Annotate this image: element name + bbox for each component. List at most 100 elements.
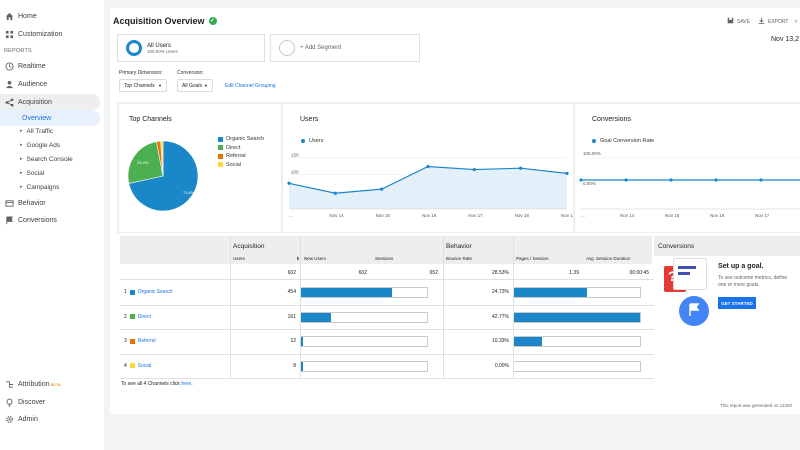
users-data-point[interactable]: [519, 166, 523, 170]
add-segment-button[interactable]: + Add Segment: [270, 34, 420, 62]
channel-link[interactable]: Referral: [138, 338, 156, 344]
pie-legend-item: Social: [218, 162, 241, 168]
sidebar-item-label: Discover: [18, 398, 46, 406]
conversion-label: Conversion:: [177, 70, 204, 76]
row-number: 2: [124, 313, 127, 320]
conversion-data-point[interactable]: [624, 178, 628, 182]
top-channels-pie: 71.6% 25.4%: [127, 140, 199, 212]
sidebar-item-admin[interactable]: Admin: [0, 411, 100, 427]
conversions-group-header: Conversions: [658, 243, 695, 250]
total-sessions: 652: [429, 270, 438, 276]
col-header-users[interactable]: Users: [233, 256, 245, 261]
conversion-data-point[interactable]: [669, 178, 673, 182]
legend-swatch: [218, 145, 223, 150]
col-header-avg-duration[interactable]: Avg. Session Duration: [586, 256, 630, 261]
users-chart-title: Users: [300, 116, 319, 123]
channel-link[interactable]: Direct: [138, 314, 151, 320]
sidebar-item-label: Campaigns: [26, 183, 60, 191]
sidebar-item-label: Conversions: [18, 216, 57, 224]
sidebar-item-realtime[interactable]: Realtime: [0, 58, 100, 74]
column-divider: [513, 236, 514, 378]
save-label: SAVE: [737, 18, 750, 25]
triangle-right-icon: ▸: [20, 142, 23, 148]
share-icon[interactable]: <: [794, 19, 797, 25]
save-icon: [727, 17, 734, 26]
conversion-data-point[interactable]: [714, 178, 718, 182]
pages-session-bar: [513, 336, 641, 347]
col-header-new-users[interactable]: New Users: [304, 256, 326, 261]
export-icon: [758, 17, 765, 26]
sidebar-item-social[interactable]: ▸ Social: [0, 166, 100, 180]
flag-icon: [689, 303, 700, 316]
sidebar-item-home[interactable]: Home: [0, 8, 100, 24]
users-data-point[interactable]: [565, 171, 569, 175]
conversion-select[interactable]: All Goals ▼: [177, 79, 213, 92]
new-users-bar-fill: [301, 337, 303, 346]
home-icon: [4, 11, 14, 21]
sidebar-item-behavior[interactable]: Behavior: [0, 195, 100, 211]
verified-check-icon: ✓: [208, 17, 217, 25]
sidebar-item-conversions[interactable]: Conversions: [0, 212, 100, 228]
sidebar-item-attribution[interactable]: Attribution BETA: [0, 376, 100, 392]
sidebar-item-all-traffic[interactable]: ▸ All Traffic: [0, 124, 100, 138]
conversion-data-point[interactable]: [759, 178, 763, 182]
users-data-point[interactable]: [333, 191, 337, 195]
channel-link[interactable]: Social: [138, 363, 152, 369]
doc-line: [678, 272, 690, 275]
segment-all-users[interactable]: All Users 100.00% Users: [117, 34, 265, 62]
col-header-sessions[interactable]: Sessions: [375, 256, 393, 261]
col-header-bounce-rate[interactable]: Bounce Rate: [446, 256, 472, 261]
total-avg-duration: 00:00:45: [629, 270, 649, 276]
users-data-point[interactable]: [380, 187, 384, 191]
edit-channel-grouping-link[interactable]: Edit Channel Grouping: [225, 83, 276, 89]
legend-swatch: [218, 162, 223, 167]
attribution-icon: [4, 379, 14, 389]
col-header-pages-session[interactable]: Pages / Session: [516, 256, 549, 261]
users-legend: Users: [301, 138, 323, 144]
legend-label: Direct: [226, 144, 241, 151]
sidebar-item-label: Social: [26, 169, 45, 177]
x-tick-label: Nov 16: [422, 213, 437, 218]
sidebar-item-discover[interactable]: Discover: [0, 394, 100, 410]
users-data-point[interactable]: [426, 164, 430, 169]
see-all-channels-link[interactable]: here.: [181, 381, 192, 387]
export-button[interactable]: EXPORT <: [758, 17, 797, 26]
sidebar-item-campaigns[interactable]: ▸ Campaigns: [0, 180, 100, 194]
channel-cell: 3 Referral: [124, 338, 156, 344]
sidebar-item-audience[interactable]: Audience: [0, 76, 100, 92]
users-data-point[interactable]: [287, 181, 291, 185]
get-started-button[interactable]: GET STARTED: [718, 297, 756, 309]
sidebar-item-label: Realtime: [18, 62, 46, 70]
gear-icon: [4, 414, 14, 424]
users-data-point[interactable]: [472, 167, 476, 172]
sidebar-item-google-ads[interactable]: ▸ Google Ads: [0, 138, 100, 152]
grid-icon: [4, 29, 14, 39]
sidebar-item-label: Behavior: [18, 199, 46, 207]
primary-dimension-select[interactable]: Top Channels ▼: [119, 79, 167, 92]
pages-session-bar: [513, 360, 641, 372]
sidebar-item-search-console[interactable]: ▸ Search Console: [0, 152, 100, 166]
date-range[interactable]: Nov 13,2: [771, 36, 799, 43]
goal-text-line2: one or more goals.: [718, 282, 760, 288]
save-button[interactable]: SAVE: [727, 17, 750, 26]
channel-link[interactable]: Organic Search: [138, 289, 173, 295]
pages-session-bar-fill: [514, 337, 542, 346]
x-tick-label: Nov 17: [755, 213, 770, 218]
row-number: 1: [124, 289, 127, 296]
sidebar-item-customization[interactable]: Customization: [0, 26, 100, 42]
channel-cell: 1 Organic Search: [124, 289, 173, 295]
sidebar-item-label: Home: [18, 12, 37, 20]
acquisition-icon: [4, 97, 14, 107]
y-tick-label: 100: [291, 170, 299, 175]
footer-text: To see all 4 Channels click: [121, 381, 182, 387]
sidebar-item-label: Customization: [18, 30, 63, 38]
page-title: Acquisition Overview ✓: [113, 16, 217, 26]
sidebar-item-acquisition[interactable]: Acquisition: [0, 94, 100, 110]
total-users: 602: [287, 270, 296, 276]
conversions-line-chart: 100.00% 0.00%... Nov 14 Nov 15 Nov 16 Nov 17: [579, 151, 800, 218]
bounce-rate-value: 0.00%: [494, 362, 509, 369]
x-tick-label: Nov 15: [376, 213, 391, 218]
sidebar-item-label: Search Console: [26, 155, 73, 163]
y-tick-label: 0.00%: [583, 181, 596, 186]
pages-session-bar: [513, 287, 641, 298]
